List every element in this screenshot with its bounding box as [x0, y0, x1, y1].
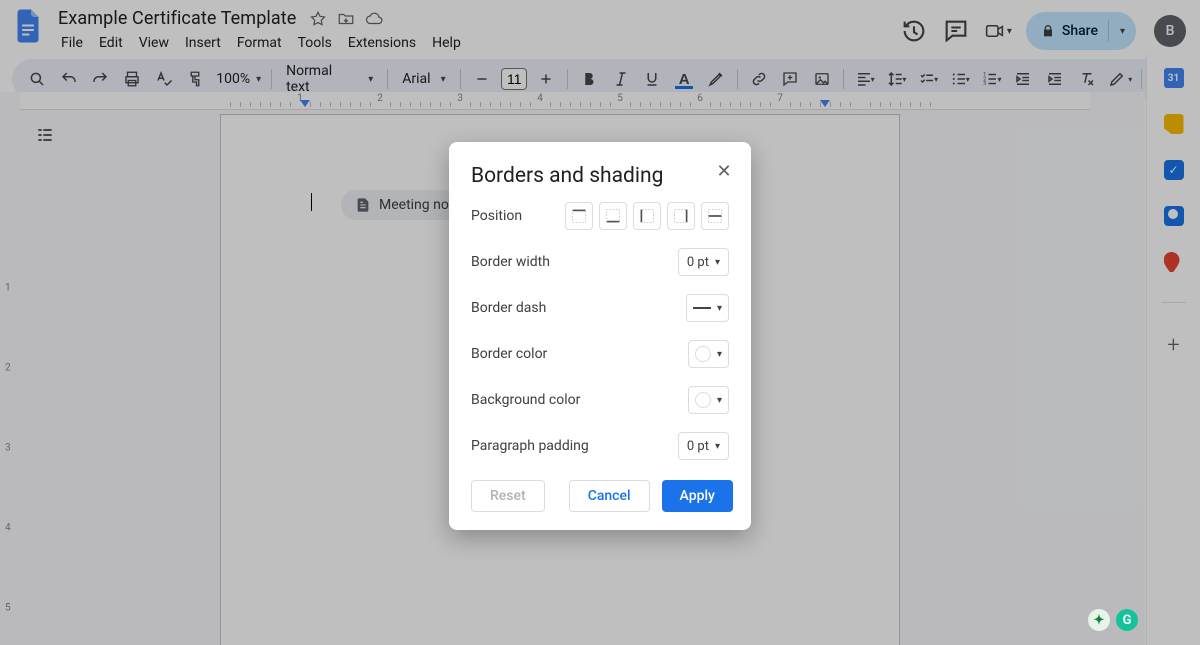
- document-title[interactable]: Example Certificate Template: [54, 8, 300, 29]
- history-icon[interactable]: [900, 17, 928, 45]
- text-cursor: [311, 193, 312, 211]
- border-width-selector[interactable]: 0 pt▾: [678, 248, 729, 276]
- cancel-button[interactable]: Cancel: [569, 480, 650, 512]
- keep-addon-icon[interactable]: [1164, 114, 1184, 134]
- share-button[interactable]: Share ▾: [1026, 12, 1136, 50]
- label-border-width: Border width: [471, 254, 550, 270]
- svg-text:3: 3: [984, 81, 987, 87]
- font-selector[interactable]: Arial ▾: [394, 71, 454, 87]
- dialog-title: Borders and shading: [471, 164, 729, 188]
- label-border-dash: Border dash: [471, 300, 546, 316]
- star-icon[interactable]: [308, 9, 328, 29]
- increase-font-icon[interactable]: [531, 64, 561, 94]
- maps-addon-icon[interactable]: [1164, 252, 1184, 272]
- editing-mode-icon[interactable]: ▾: [1105, 64, 1135, 94]
- paragraph-padding-selector[interactable]: 0 pt▾: [678, 432, 729, 460]
- border-bottom-button[interactable]: [599, 202, 627, 230]
- background-color-selector[interactable]: ▾: [688, 386, 729, 414]
- insert-image-icon[interactable]: [807, 64, 837, 94]
- decrease-indent-icon[interactable]: [1008, 64, 1038, 94]
- bulleted-list-icon[interactable]: ▾: [945, 64, 975, 94]
- menu-bar: File Edit View Insert Format Tools Exten…: [54, 29, 892, 55]
- explore-badge-icon[interactable]: ✦: [1088, 609, 1110, 631]
- undo-icon[interactable]: [54, 64, 84, 94]
- underline-icon[interactable]: [638, 64, 668, 94]
- show-outline-icon[interactable]: [28, 118, 62, 152]
- apply-button[interactable]: Apply: [662, 480, 733, 512]
- label-background-color: Background color: [471, 392, 580, 408]
- docs-logo[interactable]: [10, 6, 46, 46]
- clear-formatting-icon[interactable]: [1072, 64, 1102, 94]
- share-label: Share: [1062, 23, 1098, 39]
- horizontal-ruler[interactable]: 1234567: [20, 92, 1090, 110]
- floating-badges: ✦ G: [1088, 609, 1138, 631]
- chevron-down-icon: ▾: [368, 74, 373, 85]
- font-size-input[interactable]: [501, 68, 527, 90]
- decrease-font-icon[interactable]: [467, 64, 497, 94]
- increase-indent-icon[interactable]: [1040, 64, 1070, 94]
- bold-icon[interactable]: [574, 64, 604, 94]
- italic-icon[interactable]: [606, 64, 636, 94]
- side-panel-divider: [1162, 302, 1186, 303]
- border-width-value: 0 pt: [687, 255, 709, 270]
- cloud-status-icon[interactable]: [364, 9, 384, 29]
- side-panel: +: [1146, 54, 1200, 645]
- menu-edit[interactable]: Edit: [92, 31, 130, 55]
- calendar-addon-icon[interactable]: [1164, 68, 1184, 88]
- add-comment-icon[interactable]: [775, 64, 805, 94]
- spellcheck-icon[interactable]: [149, 64, 179, 94]
- comments-icon[interactable]: [942, 17, 970, 45]
- checklist-icon[interactable]: ▾: [913, 64, 943, 94]
- border-top-button[interactable]: [565, 202, 593, 230]
- font-value: Arial: [402, 71, 430, 87]
- share-dropdown[interactable]: ▾: [1108, 20, 1130, 42]
- paint-format-icon[interactable]: [181, 64, 211, 94]
- tasks-addon-icon[interactable]: [1164, 160, 1184, 180]
- paragraph-style-selector[interactable]: Normal text ▾: [278, 63, 381, 95]
- highlight-color-icon[interactable]: [701, 64, 731, 94]
- chevron-down-icon: ▾: [256, 74, 261, 85]
- menu-extensions[interactable]: Extensions: [341, 31, 423, 55]
- borders-and-shading-dialog: ✕ Borders and shading Position Border wi…: [449, 142, 751, 530]
- menu-file[interactable]: File: [54, 31, 90, 55]
- align-icon[interactable]: ▾: [850, 64, 880, 94]
- redo-icon[interactable]: [85, 64, 115, 94]
- menu-format[interactable]: Format: [230, 31, 289, 55]
- menu-view[interactable]: View: [132, 31, 176, 55]
- border-between-button[interactable]: [701, 202, 729, 230]
- get-addons-icon[interactable]: +: [1167, 333, 1179, 358]
- chevron-down-icon: ▾: [1007, 26, 1012, 37]
- close-icon[interactable]: ✕: [711, 158, 737, 184]
- border-color-selector[interactable]: ▾: [688, 340, 729, 368]
- border-left-button[interactable]: [633, 202, 661, 230]
- border-right-button[interactable]: [667, 202, 695, 230]
- vertical-ruler[interactable]: 123456: [3, 112, 17, 645]
- menu-insert[interactable]: Insert: [178, 31, 228, 55]
- label-position: Position: [471, 208, 522, 224]
- account-avatar[interactable]: B: [1154, 15, 1186, 47]
- label-paragraph-padding: Paragraph padding: [471, 438, 589, 454]
- text-color-icon[interactable]: A: [669, 64, 699, 94]
- chevron-down-icon: ▾: [441, 74, 446, 85]
- titlebar: Example Certificate Template File Edit V…: [0, 0, 1200, 55]
- zoom-selector[interactable]: 100% ▾: [212, 71, 265, 87]
- insert-link-icon[interactable]: [744, 64, 774, 94]
- reset-button[interactable]: Reset: [471, 480, 545, 512]
- menu-tools[interactable]: Tools: [291, 31, 339, 55]
- numbered-list-icon[interactable]: 123▾: [977, 64, 1007, 94]
- menu-help[interactable]: Help: [425, 31, 468, 55]
- line-spacing-icon[interactable]: ▾: [882, 64, 912, 94]
- grammarly-badge-icon[interactable]: G: [1116, 609, 1138, 631]
- paragraph-padding-value: 0 pt: [687, 439, 709, 454]
- border-dash-selector[interactable]: ▾: [686, 294, 729, 322]
- move-icon[interactable]: [336, 9, 356, 29]
- contacts-addon-icon[interactable]: [1164, 206, 1184, 226]
- zoom-value: 100%: [216, 71, 250, 87]
- search-menus-icon[interactable]: [22, 64, 52, 94]
- meet-button[interactable]: ▾: [984, 17, 1012, 45]
- paragraph-style-value: Normal text: [286, 63, 358, 95]
- print-icon[interactable]: [117, 64, 147, 94]
- label-border-color: Border color: [471, 346, 547, 362]
